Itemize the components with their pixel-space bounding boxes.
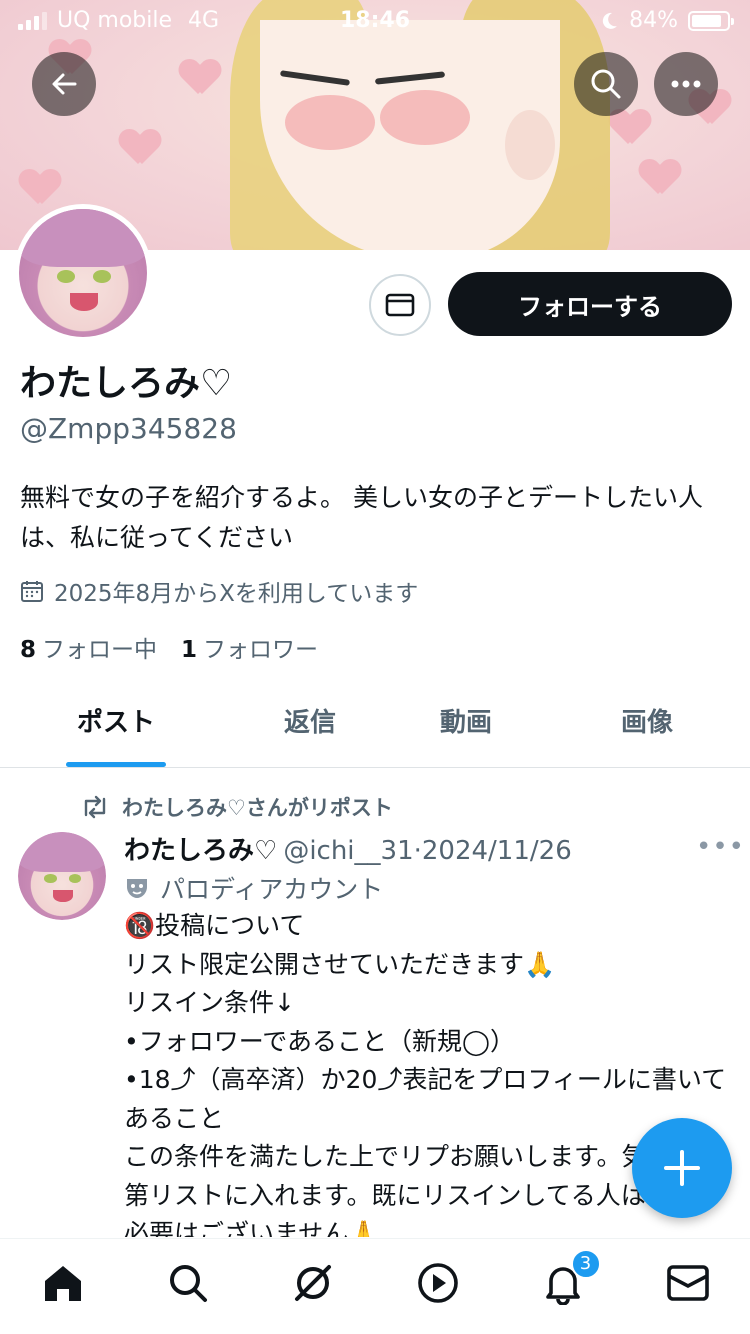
post-more-button[interactable]: ••• — [696, 832, 745, 862]
post-author-avatar[interactable] — [18, 832, 106, 920]
more-button[interactable] — [654, 52, 718, 116]
battery-percent: 84% — [629, 8, 678, 33]
repost-icon — [84, 795, 106, 819]
message-button[interactable] — [369, 274, 431, 336]
nav-notifications[interactable]: 3 — [533, 1248, 601, 1313]
profile-name: わたしろみ♡ — [20, 363, 233, 404]
repost-indicator: わたしろみ♡さんがリポスト — [80, 792, 393, 822]
follow-button[interactable]: フォローする — [448, 272, 732, 336]
post-author-name[interactable]: わたしろみ♡ — [124, 830, 277, 867]
joined-text: 2025年8月からXを利用しています — [54, 581, 419, 607]
nav-messages[interactable] — [658, 1253, 718, 1313]
status-bar: UQ mobile 4G 18:46 84% — [0, 0, 750, 40]
tab-images[interactable]: 画像 — [544, 690, 750, 767]
more-icon — [671, 80, 701, 88]
profile-tabs: ポスト 返信 動画 画像 — [0, 690, 750, 768]
video-icon — [417, 1262, 458, 1303]
mail-icon — [385, 293, 415, 317]
profile-bio: 無料で女の子を紹介するよ。 美しい女の子とデートしたい人は、私に従ってください — [20, 483, 703, 552]
messages-icon — [666, 1264, 709, 1301]
following-count: 8 — [20, 637, 37, 663]
profile-handle: @Zmpp345828 — [20, 412, 237, 445]
tab-videos[interactable]: 動画 — [388, 690, 544, 767]
back-arrow-icon — [52, 73, 77, 95]
nav-home[interactable] — [33, 1253, 93, 1313]
tab-replies[interactable]: 返信 — [232, 690, 388, 767]
followers-count: 1 — [181, 637, 198, 663]
nav-video[interactable] — [408, 1253, 468, 1313]
home-icon — [44, 1265, 81, 1301]
repost-text: わたしろみ♡さんがリポスト — [122, 796, 393, 820]
tab-posts[interactable]: ポスト — [0, 690, 232, 767]
bottom-nav: 3 — [0, 1238, 750, 1334]
parody-text: パロディアカウント — [160, 875, 384, 904]
search-icon — [591, 69, 621, 99]
grok-icon — [294, 1264, 331, 1301]
followers-label: フォロワー — [203, 637, 319, 663]
nav-search[interactable] — [158, 1253, 218, 1313]
search-icon — [169, 1264, 207, 1302]
parody-label: パロディアカウント — [124, 870, 383, 906]
following-link[interactable]: 8 フォロー中 — [20, 630, 157, 664]
plus-icon — [664, 1150, 700, 1186]
mask-icon — [127, 879, 147, 898]
notification-badge: 3 — [570, 1248, 601, 1279]
joined-date: 2025年8月からXを利用しています — [20, 574, 418, 608]
calendar-icon — [21, 581, 43, 602]
back-button[interactable] — [32, 52, 96, 116]
search-button[interactable] — [574, 52, 638, 116]
following-label: フォロー中 — [42, 637, 158, 663]
nav-grok[interactable] — [283, 1253, 343, 1313]
post-header: わたしろみ♡ @ichi__31·2024/11/26 — [124, 830, 572, 867]
followers-link[interactable]: 1 フォロワー — [181, 630, 318, 664]
compose-button[interactable] — [632, 1118, 732, 1218]
battery-icon — [688, 10, 734, 31]
moon-icon — [602, 12, 618, 29]
profile-avatar[interactable] — [14, 204, 152, 342]
post-author-meta[interactable]: @ichi__31·2024/11/26 — [283, 836, 571, 866]
